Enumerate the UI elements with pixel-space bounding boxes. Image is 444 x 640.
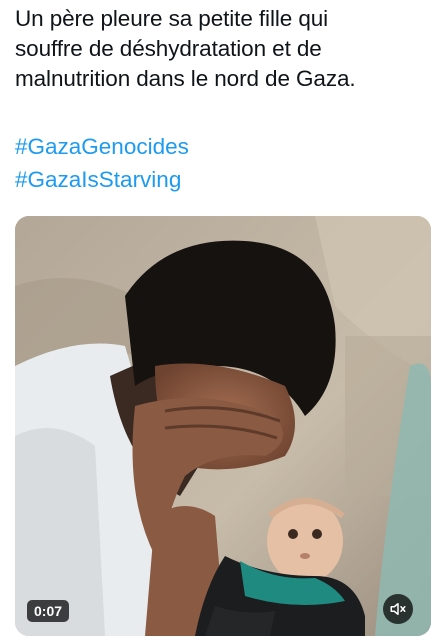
hashtag-list: #GazaGenocides #GazaIsStarving [15, 130, 189, 196]
mute-button[interactable] [383, 594, 413, 624]
video-player[interactable]: 0:07 [15, 216, 431, 636]
hashtag-link-gazaisstarving[interactable]: #GazaIsStarving [15, 163, 189, 196]
video-frame [15, 216, 431, 636]
hashtag-link-gazagenocides[interactable]: #GazaGenocides [15, 130, 189, 163]
tweet-text-line: Un père pleure sa petite fille qui [15, 6, 329, 31]
video-duration-badge: 0:07 [27, 600, 70, 622]
tweet-text-line: malnutrition dans le nord de Gaza. [15, 66, 356, 91]
tweet-text: Un père pleure sa petite fille qui souff… [15, 4, 435, 94]
tweet-text-line: souffre de déshydratation et de [15, 36, 322, 61]
speaker-muted-icon [390, 603, 406, 615]
tweet-post: Un père pleure sa petite fille qui souff… [0, 0, 444, 640]
